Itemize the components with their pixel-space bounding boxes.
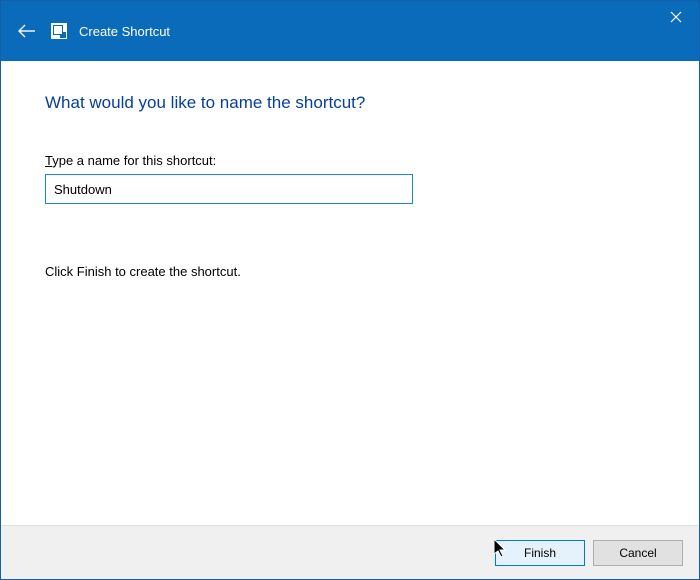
- wizard-content: What would you like to name the shortcut…: [1, 61, 699, 525]
- shortcut-name-input[interactable]: [45, 174, 413, 204]
- shortcut-app-icon: [51, 23, 67, 39]
- window-title: Create Shortcut: [79, 24, 170, 39]
- wizard-footer: Finish Cancel: [1, 525, 699, 579]
- cancel-button[interactable]: Cancel: [593, 540, 683, 566]
- titlebar: Create Shortcut: [1, 1, 699, 61]
- finish-button[interactable]: Finish: [495, 540, 585, 566]
- name-input-label: Type a name for this shortcut:: [45, 153, 655, 168]
- create-shortcut-wizard-window: Create Shortcut What would you like to n…: [0, 0, 700, 580]
- close-icon: [670, 11, 682, 23]
- instruction-text: Click Finish to create the shortcut.: [45, 264, 655, 279]
- page-heading: What would you like to name the shortcut…: [45, 93, 655, 113]
- back-arrow-icon: [18, 24, 36, 38]
- close-button[interactable]: [653, 1, 699, 33]
- back-button[interactable]: [15, 19, 39, 43]
